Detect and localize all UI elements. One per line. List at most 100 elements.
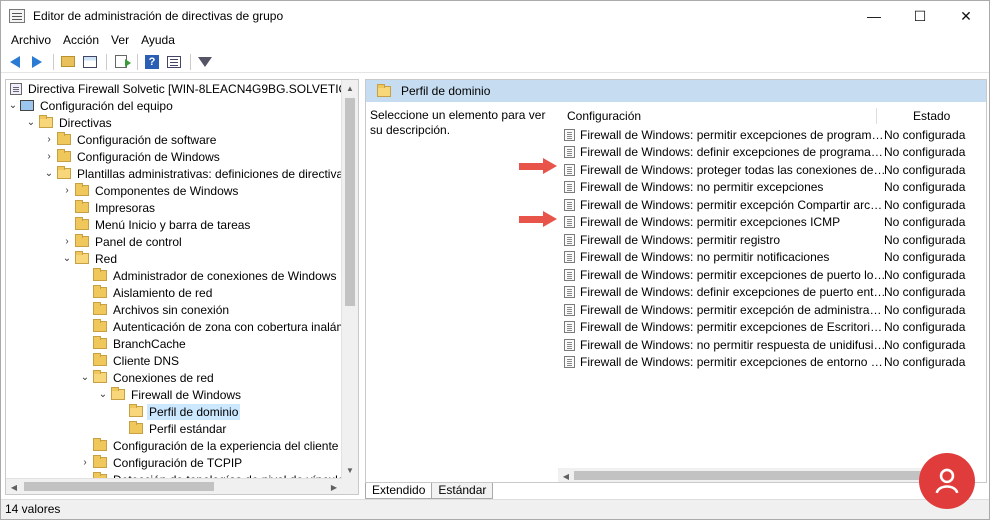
scroll-left-icon[interactable]: ◀ — [558, 468, 574, 482]
chevron-down-icon[interactable]: ⌄ — [62, 250, 72, 267]
setting-row[interactable]: Firewall de Windows: permitir excepcione… — [564, 214, 965, 231]
settings-list: Configuración Estado Firewall de Windows… — [558, 102, 986, 482]
tree-item-root[interactable]: Directiva Firewall Solvetic [WIN-8LEACN4… — [8, 80, 358, 97]
tree-horizontal-scrollbar[interactable]: ◀ ▶ — [6, 478, 342, 494]
chevron-down-icon[interactable]: ⌄ — [98, 386, 108, 403]
scroll-left-icon[interactable]: ◀ — [6, 479, 22, 494]
chevron-right-icon[interactable]: › — [44, 148, 54, 165]
forward-button[interactable] — [27, 52, 47, 72]
chevron-down-icon[interactable]: ⌄ — [44, 165, 54, 182]
tree-item-network-connections[interactable]: ⌄ Conexiones de red — [80, 369, 216, 386]
tree-item-admin-templates[interactable]: ⌄ Plantillas administrativas: definicion… — [44, 165, 358, 182]
folder-icon — [93, 438, 107, 451]
setting-row[interactable]: Firewall de Windows: permitir excepcione… — [564, 319, 965, 336]
scroll-down-icon[interactable]: ▼ — [342, 462, 358, 478]
tree-item-dns-client[interactable]: Cliente DNS — [80, 352, 181, 369]
setting-state: No configurada — [884, 197, 966, 212]
setting-row[interactable]: Firewall de Windows: no permitir notific… — [564, 249, 965, 266]
maximize-button[interactable]: ☐ — [897, 1, 943, 31]
setting-row[interactable]: Firewall de Windows: no permitir excepci… — [564, 179, 965, 196]
tab-extendido[interactable]: Extendido — [365, 483, 433, 499]
arrow-head-icon — [543, 158, 557, 174]
tree-item-windows-firewall[interactable]: ⌄ Firewall de Windows — [98, 386, 243, 403]
policy-setting-icon — [564, 356, 575, 368]
show-hide-tree-button[interactable] — [80, 52, 100, 72]
setting-state: No configurada — [884, 162, 966, 177]
setting-name: Firewall de Windows: permitir excepcione… — [580, 320, 886, 334]
chevron-right-icon[interactable]: › — [62, 233, 72, 250]
computer-icon — [20, 100, 34, 111]
folder-icon — [93, 319, 107, 332]
tree-item-network-isolation[interactable]: Aislamiento de red — [80, 284, 214, 301]
column-header-estado[interactable]: Estado — [913, 106, 950, 126]
tree-expander — [80, 437, 90, 454]
setting-row[interactable]: Firewall de Windows: permitir excepción … — [564, 301, 965, 318]
tree-item-label: Impresoras — [95, 200, 156, 215]
chevron-down-icon[interactable]: ⌄ — [80, 369, 90, 386]
description-text: Seleccione un elemento para ver su descr… — [370, 108, 546, 137]
tree-item-domain-profile[interactable]: Perfil de dominio — [116, 403, 241, 420]
tree-item-standard-profile[interactable]: Perfil estándar — [116, 420, 228, 437]
up-folder-button[interactable] — [58, 52, 78, 72]
setting-row[interactable]: Firewall de Windows: definir excepciones… — [564, 284, 965, 301]
tree-item-software-config[interactable]: › Configuración de software — [44, 131, 218, 148]
menu-accion[interactable]: Acción — [57, 31, 105, 49]
tree-item-red[interactable]: ⌄ Red — [62, 250, 119, 267]
tree-item-tcpip-config[interactable]: › Configuración de TCPIP — [80, 454, 244, 471]
policy-setting-icon — [564, 146, 575, 158]
setting-row[interactable]: Firewall de Windows: permitir excepcione… — [564, 266, 965, 283]
folder-icon — [129, 421, 143, 434]
chevron-down-icon[interactable]: ⌄ — [26, 114, 36, 131]
folder-icon — [57, 166, 71, 179]
scroll-thumb[interactable] — [345, 98, 355, 306]
tab-estandar[interactable]: Estándar — [431, 483, 494, 499]
setting-row[interactable]: Firewall de Windows: permitir excepcione… — [564, 354, 965, 371]
scroll-up-icon[interactable]: ▲ — [342, 80, 358, 96]
filter-button[interactable] — [195, 52, 215, 72]
chevron-right-icon[interactable]: › — [80, 454, 90, 471]
setting-row[interactable]: Firewall de Windows: definir excepciones… — [564, 144, 965, 161]
tree-item-computer-config[interactable]: ⌄ Configuración del equipo — [8, 97, 175, 114]
tree-item-directivas[interactable]: ⌄ Directivas — [26, 114, 114, 131]
tree-item-connection-manager[interactable]: Administrador de conexiones de Windows — [80, 267, 338, 284]
chevron-right-icon[interactable]: › — [44, 131, 54, 148]
close-button[interactable]: ✕ — [943, 1, 989, 31]
tree-item-start-menu[interactable]: Menú Inicio y barra de tareas — [62, 216, 252, 233]
export-list-icon — [115, 55, 131, 68]
folder-up-icon — [61, 56, 75, 67]
setting-row[interactable]: Firewall de Windows: permitir registro No… — [564, 231, 965, 248]
tree-item-printers[interactable]: Impresoras — [62, 199, 157, 216]
help-button[interactable]: ? — [142, 52, 162, 72]
setting-name: Firewall de Windows: no permitir notific… — [580, 250, 830, 264]
setting-row[interactable]: Firewall de Windows: permitir excepcione… — [564, 126, 965, 143]
tree-item-label: Autenticación de zona con cobertura inal… — [113, 319, 359, 334]
tree-item-control-panel[interactable]: › Panel de control — [62, 233, 184, 250]
tree-item-windows-config[interactable]: › Configuración de Windows — [44, 148, 222, 165]
setting-row[interactable]: Firewall de Windows: no permitir respues… — [564, 336, 965, 353]
setting-name: Firewall de Windows: permitir excepcione… — [580, 267, 886, 282]
setting-row[interactable]: Firewall de Windows: proteger todas las … — [564, 161, 965, 178]
properties-button[interactable] — [164, 52, 184, 72]
minimize-button[interactable]: — — [851, 1, 897, 31]
settings-horizontal-scrollbar[interactable]: ◀ ▶ — [558, 468, 971, 482]
tree-item-windows-components[interactable]: › Componentes de Windows — [62, 182, 240, 199]
menu-archivo[interactable]: Archivo — [5, 31, 57, 49]
column-separator[interactable] — [876, 108, 877, 124]
export-list-button[interactable] — [111, 52, 131, 72]
scroll-thumb[interactable] — [574, 471, 954, 480]
tree-item-client-experience[interactable]: Configuración de la experiencia del clie… — [80, 437, 358, 454]
tree-item-hotspot-auth[interactable]: Autenticación de zona con cobertura inal… — [80, 318, 359, 335]
column-header-configuracion[interactable]: Configuración — [567, 106, 641, 126]
back-button[interactable] — [5, 52, 25, 72]
scroll-right-icon[interactable]: ▶ — [326, 479, 342, 494]
chevron-down-icon[interactable]: ⌄ — [8, 97, 18, 114]
tree-vertical-scrollbar[interactable]: ▲ ▼ — [341, 80, 358, 494]
tree-item-offline-files[interactable]: Archivos sin conexión — [80, 301, 231, 318]
chevron-right-icon[interactable]: › — [62, 182, 72, 199]
tree-item-branchcache[interactable]: BranchCache — [80, 335, 188, 352]
menu-ver[interactable]: Ver — [105, 31, 135, 49]
scroll-thumb[interactable] — [24, 482, 214, 491]
policy-setting-icon — [564, 338, 575, 351]
menu-ayuda[interactable]: Ayuda — [135, 31, 181, 49]
setting-row[interactable]: Firewall de Windows: permitir excepción … — [564, 196, 965, 213]
